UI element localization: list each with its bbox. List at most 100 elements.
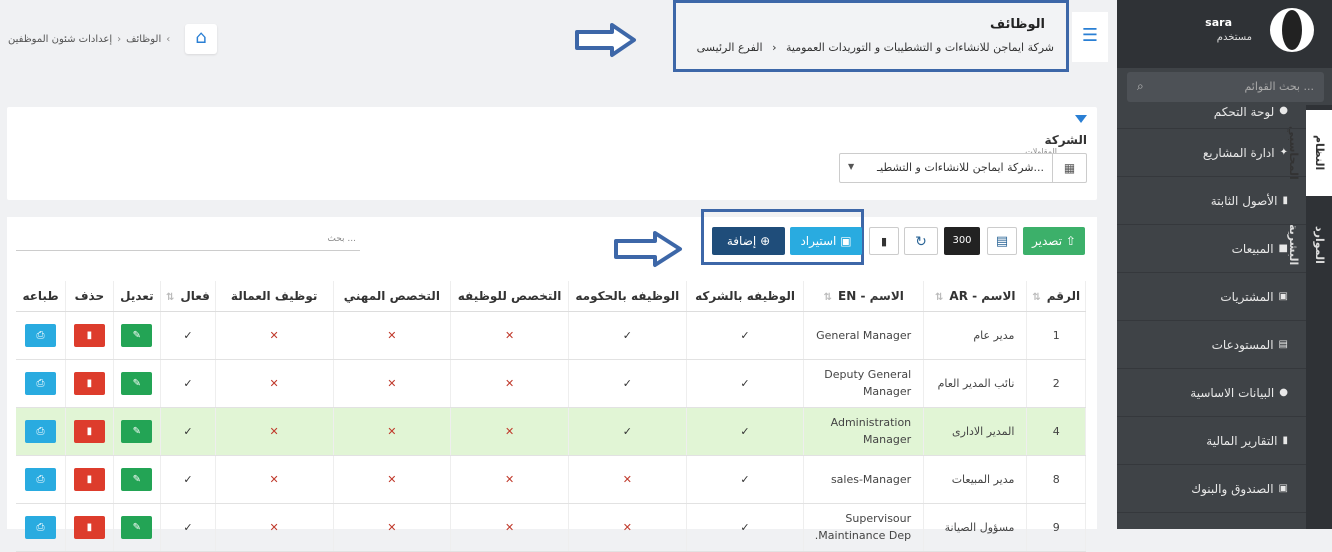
table-row[interactable]: 9 مسؤول الصيانة Supervisour Maintinance De… <box>16 503 1086 552</box>
arrow-annotation-icon <box>614 231 682 267</box>
col-number[interactable]: الرقم⇅ <box>1026 281 1086 312</box>
page-subtitle: شركة ايماجن للانشاءات و التشطيبات و التو… <box>696 41 1054 54</box>
print-button[interactable]: ⎙ <box>25 419 57 443</box>
print-button[interactable]: ⎙ <box>25 515 57 539</box>
table-row[interactable]: 4 المدير الادارى Administration Manager ✓ ✓ ✕… <box>16 407 1086 456</box>
avatar[interactable] <box>1270 8 1314 52</box>
company-select[interactable]: ▦ شركة ايماجن للانشاءات و التشطيـ... ▼ <box>839 153 1087 183</box>
cell-active: ✓ <box>160 407 216 456</box>
cell-action: ✎ <box>113 359 162 408</box>
refresh-button[interactable]: ↻ <box>904 227 938 255</box>
table-row[interactable]: 1 مدير عام General Manager ✓ ✓ ✕ ✕ ✕ ✓ ✎ ▮ ⎙ <box>16 311 1086 360</box>
table-row[interactable]: 8 مدير المبيعات sales-Manager ✓ ✕ ✕ ✕ ✕ ✓ ✎ ▮ ⎙ <box>16 455 1086 504</box>
sidebar-item-projects[interactable]: ادارة المشاريع ✦ <box>1117 129 1306 177</box>
cell-name-ar: مسؤول الصيانة <box>923 503 1028 552</box>
print-button[interactable]: ⎙ <box>25 467 57 491</box>
delete-button[interactable]: ▮ <box>73 467 105 491</box>
search-icon: ⌕ <box>1137 79 1144 93</box>
file-icon: ▮ <box>880 235 888 248</box>
edit-button[interactable]: ✎ <box>121 323 153 347</box>
breadcrumb: الوظائف‹إعدادات شئون الموظفين ‹ <box>8 34 171 45</box>
edit-button[interactable]: ✎ <box>121 419 153 443</box>
sidebar-item-cash-banks[interactable]: الصندوق والبنوك ▣ <box>1117 465 1306 513</box>
file-excel-icon: ▣ <box>840 234 852 248</box>
col-name-en[interactable]: الاسم - EN⇅ <box>803 281 925 312</box>
menu-search-input[interactable]: ⌕ بحث القوائم ... <box>1127 72 1324 102</box>
breadcrumb-current: الوظائف <box>126 34 162 45</box>
tab-accounting[interactable]: النظام المحاسبي <box>1287 110 1332 196</box>
cell-action: ⎙ <box>16 311 67 360</box>
vertical-tabs: النظام المحاسبي الموارد البشرية <box>1287 105 1332 529</box>
table-row[interactable]: 2 نائب المدير العام Deputy General Manager… <box>16 359 1086 408</box>
sidebar-item-warehouses[interactable]: المستودعات ▤ <box>1117 321 1306 369</box>
cell-gov-job: ✓ <box>568 407 687 456</box>
plus-circle-icon: ⊕ <box>760 234 771 248</box>
jobs-table-card: بحث ... تصدير ⇧ ▤ 300 ↻ ▮ استيراد ▣ إضاف… <box>7 209 1097 552</box>
col-gov-job[interactable]: الوظيفه بالحكومه <box>568 281 687 312</box>
col-professional-specialty[interactable]: التخصص المهني <box>333 281 452 312</box>
col-active[interactable]: فعال⇅ <box>160 281 216 312</box>
money-icon: ▣ <box>1278 291 1288 302</box>
edit-icon: ✎ <box>132 473 142 485</box>
cell-labor-employment: ✕ <box>215 311 334 360</box>
trash-icon: ▮ <box>86 377 93 389</box>
print-button[interactable]: ⎙ <box>25 323 57 347</box>
cell-professional-specialty: ✕ <box>333 359 452 408</box>
columns-list-button[interactable]: ▤ <box>987 227 1017 255</box>
sidebar-item-financial-reports[interactable]: التقارير المالية ▮ <box>1117 417 1306 465</box>
trash-icon: ▮ <box>86 473 93 485</box>
cell-name-ar: مدير عام <box>923 311 1028 360</box>
print-icon: ⎙ <box>36 377 45 389</box>
tab-hr[interactable]: الموارد البشرية <box>1287 205 1332 285</box>
breadcrumb-hr-settings[interactable]: إعدادات شئون الموظفين <box>8 34 112 45</box>
user-name: sara <box>1205 16 1232 29</box>
cell-gov-job: ✕ <box>568 503 687 552</box>
sidebar-item-fixed-assets[interactable]: الأصول الثابتة ▮ <box>1117 177 1306 225</box>
export-button[interactable]: تصدير ⇧ <box>1023 227 1085 255</box>
home-icon[interactable]: ⌂ <box>185 24 217 54</box>
list-menu-icon[interactable]: ☰ <box>1072 12 1108 62</box>
filter-panel: الشركة المقاولات ▦ شركة ايماجن للانشاءات… <box>7 107 1097 200</box>
delete-button[interactable]: ▮ <box>73 419 105 443</box>
cell-action: ✎ <box>113 455 162 504</box>
pdf-button[interactable]: ▮ <box>869 227 899 255</box>
col-name-ar[interactable]: الاسم - AR⇅ <box>923 281 1028 312</box>
delete-button[interactable]: ▮ <box>73 371 105 395</box>
user-panel: sara مستخدم <box>1117 0 1332 68</box>
cell-name-ar: مدير المبيعات <box>923 455 1028 504</box>
cell-company-job: ✓ <box>686 503 805 552</box>
sidebar-item-purchases[interactable]: المشتريات ▣ <box>1117 273 1306 321</box>
page-title: الوظائف <box>990 17 1045 32</box>
page-size-button[interactable]: 300 <box>944 227 980 255</box>
edit-icon: ✎ <box>132 329 142 341</box>
filter-icon[interactable] <box>1075 115 1087 123</box>
cell-company-job: ✓ <box>686 455 805 504</box>
cell-company-job: ✓ <box>686 311 805 360</box>
add-button[interactable]: إضافة ⊕ <box>712 227 785 255</box>
cell-labor-employment: ✕ <box>215 455 334 504</box>
sidebar-item-basic-data[interactable]: البيانات الاساسية ● <box>1117 369 1306 417</box>
col-job-specialty[interactable]: التخصص للوظيفه <box>450 281 569 312</box>
chevron-down-icon: ▼ <box>848 162 855 171</box>
col-company-job[interactable]: الوظيفه بالشركه <box>686 281 805 312</box>
table-search-input[interactable]: بحث ... <box>16 231 360 251</box>
info-icon: ● <box>1279 387 1288 398</box>
delete-button[interactable]: ▮ <box>73 323 105 347</box>
refresh-icon: ↻ <box>915 234 927 250</box>
company-label: الشركة <box>1044 133 1087 147</box>
edit-button[interactable]: ✎ <box>121 467 153 491</box>
col-labor-employment[interactable]: توظيف العمالة <box>215 281 334 312</box>
edit-button[interactable]: ✎ <box>121 371 153 395</box>
delete-button[interactable]: ▮ <box>73 515 105 539</box>
sidebar-item-dashboard[interactable]: لوحة التحكم ● <box>1117 105 1306 129</box>
print-button[interactable]: ⎙ <box>25 371 57 395</box>
cell-action: ▮ <box>65 359 114 408</box>
cell-gov-job: ✓ <box>568 359 687 408</box>
cell-action: ⎙ <box>16 503 67 552</box>
cell-gov-job: ✓ <box>568 311 687 360</box>
import-button[interactable]: استيراد ▣ <box>790 227 862 255</box>
user-role: مستخدم <box>1216 32 1252 43</box>
cell-labor-employment: ✕ <box>215 359 334 408</box>
sidebar-item-sales[interactable]: المبيعات ■ <box>1117 225 1306 273</box>
edit-button[interactable]: ✎ <box>121 515 153 539</box>
